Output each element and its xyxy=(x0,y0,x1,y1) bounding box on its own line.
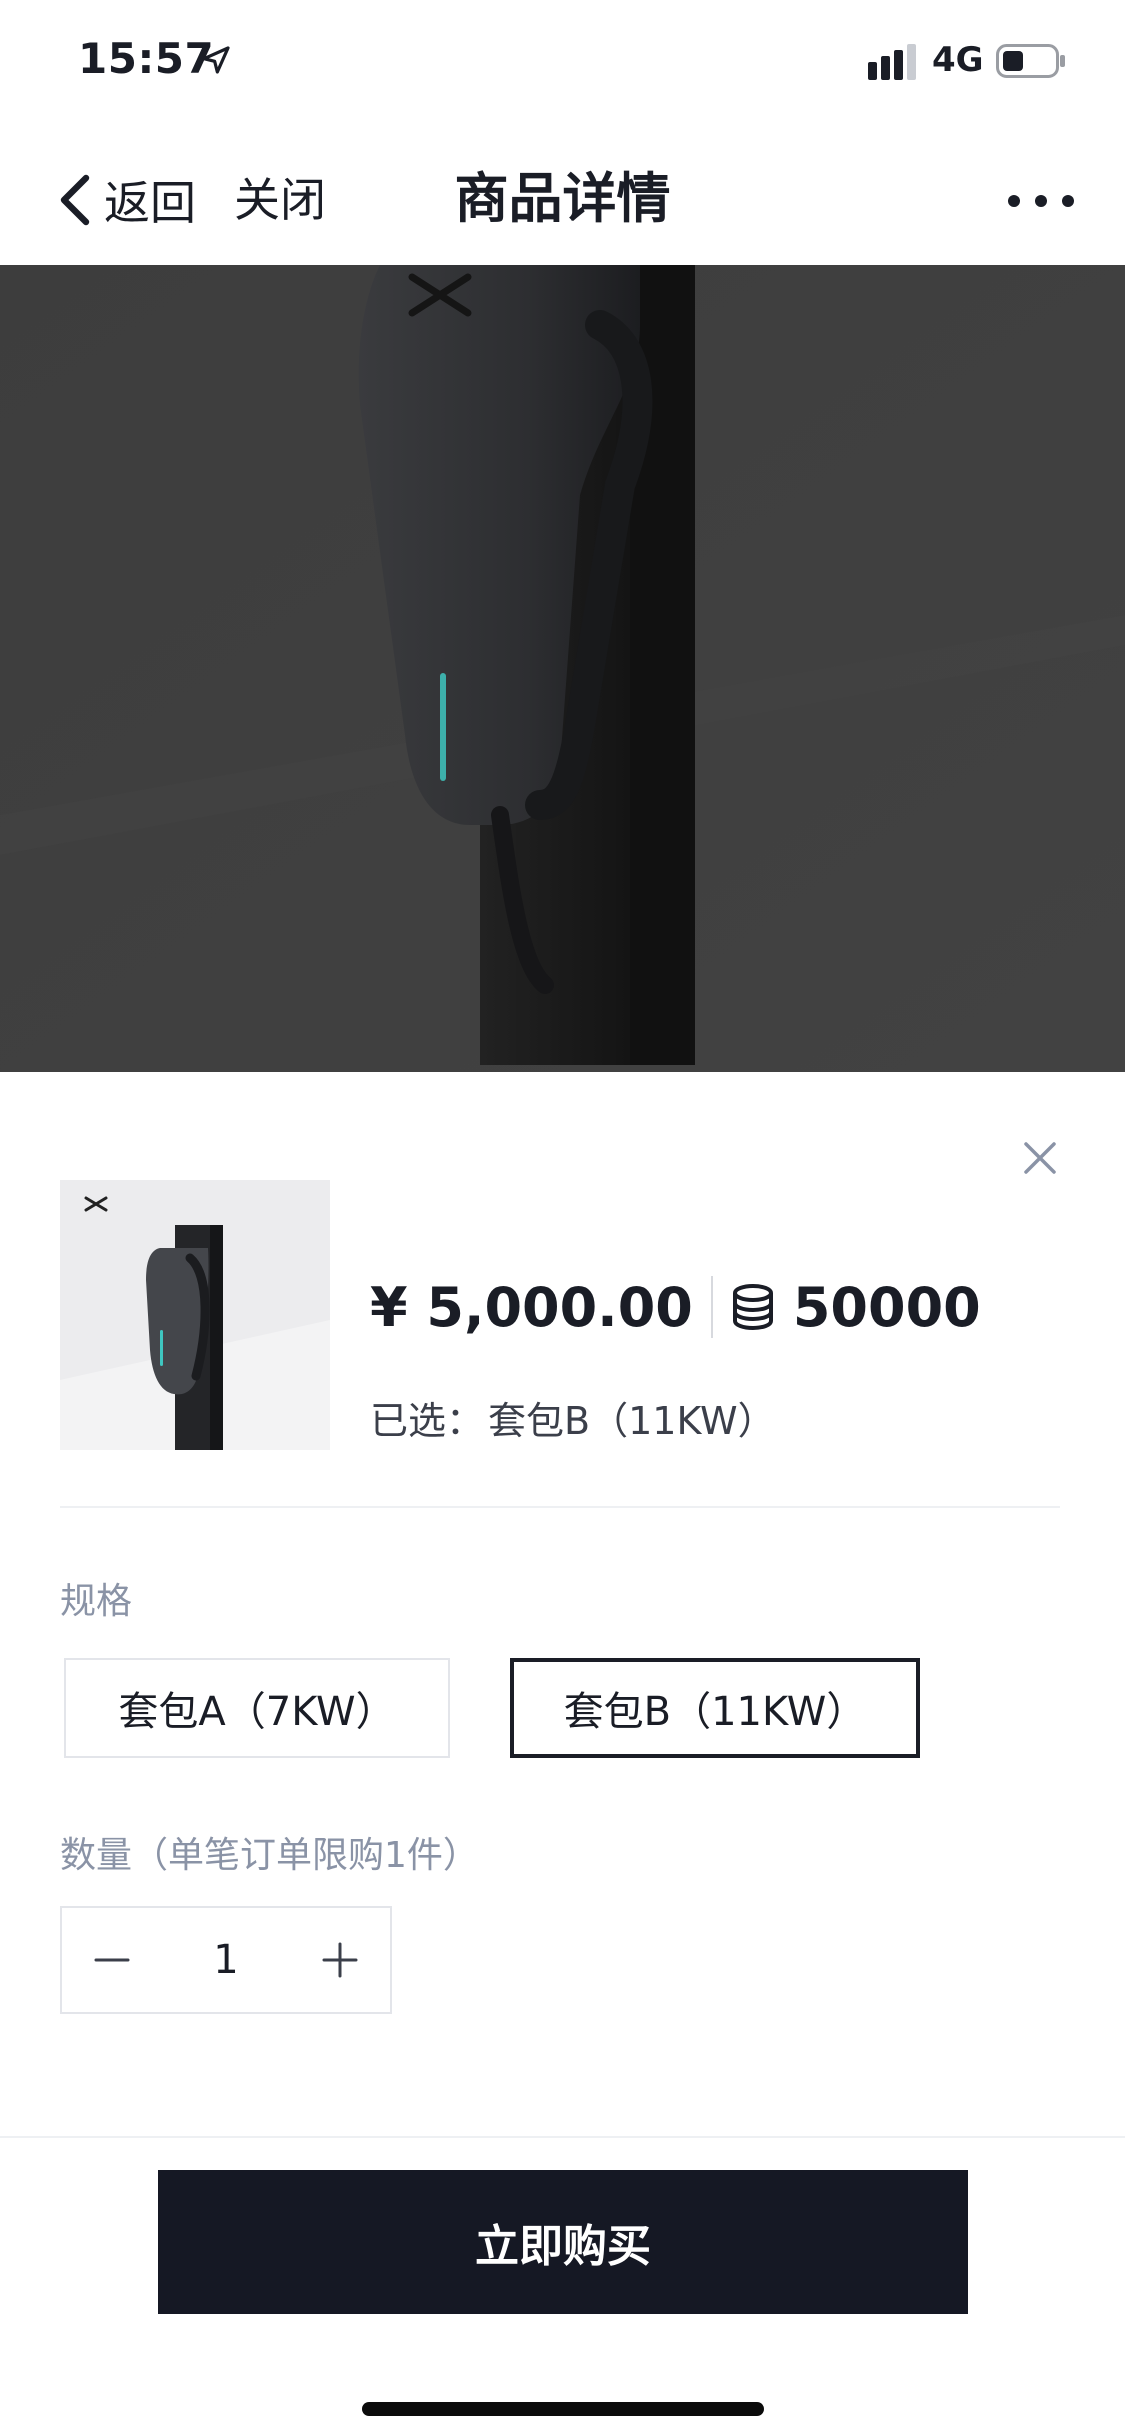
nav-bar: 返回 关闭 商品详情 xyxy=(0,130,1125,265)
price-cny: ¥ 5,000.00 xyxy=(370,1275,693,1339)
divider xyxy=(60,1506,1060,1508)
coin-stack-icon xyxy=(732,1284,773,1330)
selected-spec: 已选： 套包B（11KW） xyxy=(370,1390,776,1445)
increase-button[interactable] xyxy=(290,1908,390,2012)
battery-icon xyxy=(996,44,1065,78)
network-type: 4G xyxy=(932,40,984,80)
plus-icon xyxy=(322,1942,358,1978)
status-time: 15:57 xyxy=(78,34,215,83)
spec-option-b[interactable]: 套包B（11KW） xyxy=(510,1658,920,1758)
bottom-divider xyxy=(0,2136,1125,2138)
spec-option-a[interactable]: 套包A（7KW） xyxy=(64,1658,450,1758)
quantity-stepper: 1 xyxy=(60,1906,392,2014)
product-hero-image xyxy=(0,265,1125,1072)
decrease-button[interactable] xyxy=(62,1908,162,2012)
price-divider xyxy=(710,1276,713,1338)
price-row: ¥ 5,000.00 50000 xyxy=(370,1272,981,1342)
price-coin: 50000 xyxy=(792,1275,981,1339)
selected-prefix: 已选： xyxy=(370,1399,485,1443)
signal-icon xyxy=(868,44,916,80)
more-dots-icon[interactable] xyxy=(1006,186,1076,216)
buy-now-button[interactable]: 立即购买 xyxy=(158,2170,968,2314)
quantity-value[interactable]: 1 xyxy=(162,1937,290,1983)
location-arrow-icon xyxy=(202,46,230,74)
product-option-sheet: ¥ 5,000.00 50000 已选： 套包B（11KW） 规格 套包A（7K… xyxy=(0,1072,1125,2435)
quantity-label: 数量（单笔订单限购1件） xyxy=(60,1835,479,1876)
product-thumbnail xyxy=(60,1180,330,1450)
spec-label: 规格 xyxy=(60,1581,133,1622)
page-title: 商品详情 xyxy=(454,167,671,230)
close-x-icon[interactable] xyxy=(1018,1136,1062,1180)
minus-icon xyxy=(94,1958,130,1962)
home-indicator xyxy=(362,2402,764,2416)
selected-value: 套包B（11KW） xyxy=(488,1399,776,1443)
status-bar: 15:57 4G xyxy=(0,0,1125,130)
